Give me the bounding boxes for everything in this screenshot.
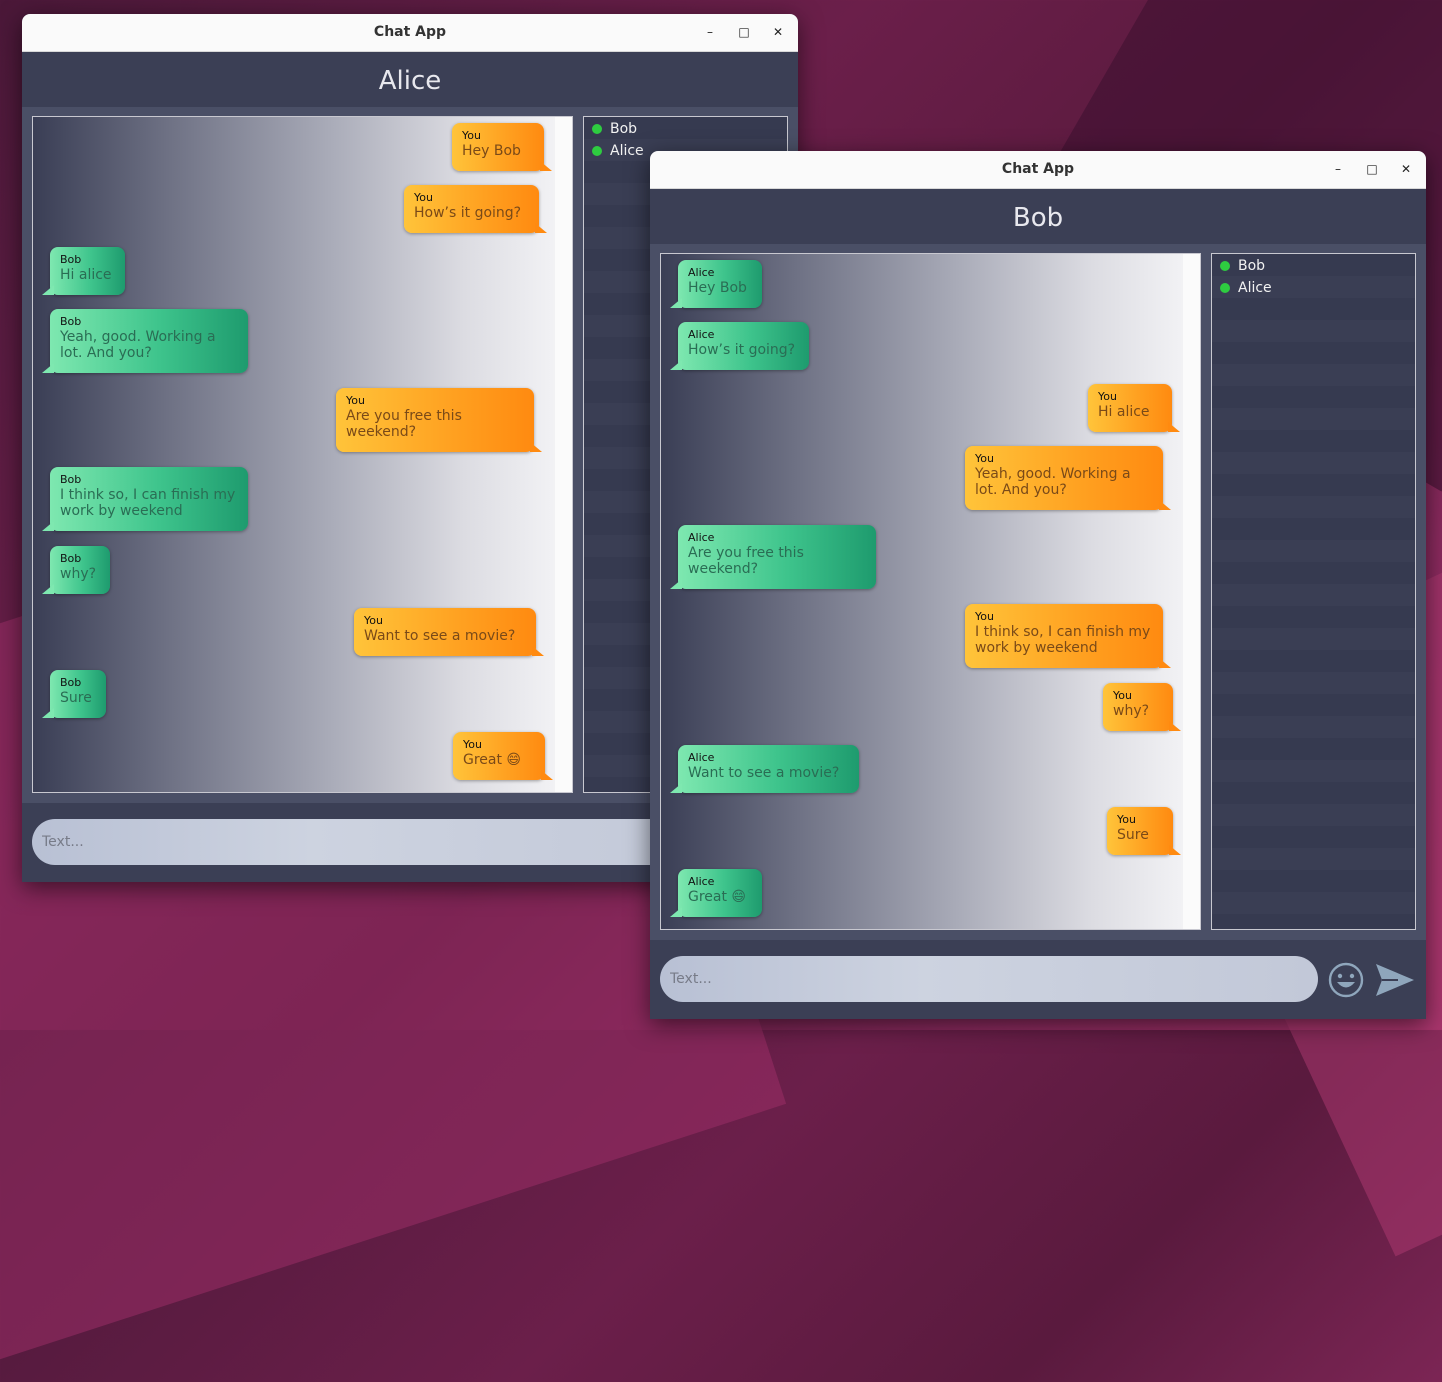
chat-body: Alice Hey Bob Alice How’s it going? You … [650, 244, 1426, 940]
message-bubble: You why? [1103, 683, 1181, 731]
sender-label: You [414, 191, 433, 204]
message-text: Want to see a movie? [364, 628, 516, 644]
message-bubble: You Great 😄 [453, 732, 553, 780]
sender-label: Bob [60, 473, 82, 486]
message-text: Hey Bob [462, 143, 521, 159]
sender-label: You [364, 614, 383, 627]
window-title: Chat App [1001, 161, 1075, 177]
title-bar[interactable]: Chat App – □ ✕ [650, 151, 1426, 189]
message-bubble: Alice Great 😄 [670, 869, 762, 917]
online-status-icon [1220, 261, 1230, 271]
message-text: Great 😄 [463, 752, 522, 768]
message-text: why? [1113, 703, 1150, 719]
online-status-icon [592, 146, 602, 156]
sender-label: You [975, 452, 994, 465]
message-text: Are you free this weekend? [346, 408, 462, 440]
message-bubble: Bob I think so, I can finish my work by … [42, 467, 248, 531]
message-bubble: You Want to see a movie? [354, 608, 544, 656]
minimize-button[interactable]: – [700, 22, 720, 42]
user-name: Alice [1238, 280, 1272, 296]
user-item[interactable]: Bob [1220, 258, 1265, 274]
window-title: Chat App [373, 24, 447, 40]
emoji-icon[interactable] [1327, 961, 1365, 999]
user-list[interactable]: Bob Alice [1211, 253, 1416, 930]
message-bubble: You How’s it going? [404, 185, 547, 233]
message-bubble: Alice Hey Bob [670, 260, 762, 308]
sender-label: You [1113, 689, 1132, 702]
message-text: Yeah, good. Working a lot. And you? [60, 329, 216, 361]
message-text: How’s it going? [688, 342, 796, 358]
message-bubble: Bob Yeah, good. Working a lot. And you? [42, 309, 248, 373]
user-item[interactable]: Bob [592, 121, 637, 137]
message-text: Are you free this weekend? [688, 545, 804, 577]
message-text: Great 😄 [688, 889, 747, 905]
message-bubble: Bob Sure [42, 670, 106, 718]
sender-label: Bob [60, 676, 82, 689]
message-text: How’s it going? [414, 205, 522, 221]
sender-label: Bob [60, 253, 82, 266]
sender-label: Alice [688, 875, 715, 888]
message-bubble: Alice Are you free this weekend? [670, 525, 876, 589]
bob-chat-window: Chat App – □ ✕ Bob Alice Hey Bob Alice H… [650, 151, 1426, 1019]
message-text: Hi alice [60, 267, 112, 283]
sender-label: Alice [688, 328, 715, 341]
sender-label: You [463, 738, 482, 751]
message-bubble: You Hey Bob [452, 123, 552, 171]
message-bubble: You Yeah, good. Working a lot. And you? [965, 446, 1171, 510]
scrollbar[interactable] [1183, 254, 1200, 929]
scrollbar[interactable] [555, 117, 572, 792]
message-bubble: You Hi alice [1088, 384, 1180, 432]
chat-header: Alice [22, 52, 798, 108]
message-bubble: You Sure [1107, 807, 1181, 855]
sender-label: You [1117, 813, 1136, 826]
sender-label: You [462, 129, 481, 142]
user-name: Bob [1238, 258, 1266, 274]
close-button[interactable]: ✕ [1396, 159, 1416, 179]
close-button[interactable]: ✕ [768, 22, 788, 42]
sender-label: Alice [688, 266, 715, 279]
user-item[interactable]: Alice [1220, 280, 1272, 296]
online-status-icon [1220, 283, 1230, 293]
message-text: Sure [1117, 827, 1149, 843]
message-text: Hey Bob [688, 280, 747, 296]
message-bubble: Bob why? [42, 546, 110, 594]
title-bar[interactable]: Chat App – □ ✕ [22, 14, 798, 52]
maximize-button[interactable]: □ [1362, 159, 1382, 179]
sender-label: You [346, 394, 365, 407]
message-bubble: Bob Hi alice [42, 247, 125, 295]
message-text: Sure [60, 690, 92, 706]
message-list[interactable]: You Hey Bob You How’s it going? Bob Hi a… [32, 116, 573, 793]
message-bubble: Alice Want to see a movie? [670, 745, 859, 793]
message-bubble: You Are you free this weekend? [336, 388, 542, 452]
message-text: I think so, I can finish my work by week… [60, 487, 236, 519]
chat-header: Bob [650, 189, 1426, 245]
online-status-icon [592, 124, 602, 134]
user-name: Alice [610, 143, 644, 159]
message-input[interactable] [32, 819, 732, 865]
sender-label: You [1098, 390, 1117, 403]
maximize-button[interactable]: □ [734, 22, 754, 42]
message-list[interactable]: Alice Hey Bob Alice How’s it going? You … [660, 253, 1201, 930]
send-icon[interactable] [1374, 962, 1416, 998]
input-bar [650, 940, 1426, 1019]
user-item[interactable]: Alice [592, 143, 644, 159]
message-text: Want to see a movie? [688, 765, 840, 781]
sender-label: Alice [688, 751, 715, 764]
message-input[interactable] [660, 956, 1318, 1002]
message-bubble: You I think so, I can finish my work by … [965, 604, 1171, 668]
sender-label: Bob [60, 552, 82, 565]
user-name: Bob [610, 121, 638, 137]
message-text: I think so, I can finish my work by week… [975, 624, 1151, 656]
message-text: Hi alice [1098, 404, 1150, 420]
sender-label: Bob [60, 315, 82, 328]
sender-label: You [975, 610, 994, 623]
message-text: why? [60, 566, 97, 582]
sender-label: Alice [688, 531, 715, 544]
message-text: Yeah, good. Working a lot. And you? [975, 466, 1131, 498]
minimize-button[interactable]: – [1328, 159, 1348, 179]
message-bubble: Alice How’s it going? [670, 322, 809, 370]
